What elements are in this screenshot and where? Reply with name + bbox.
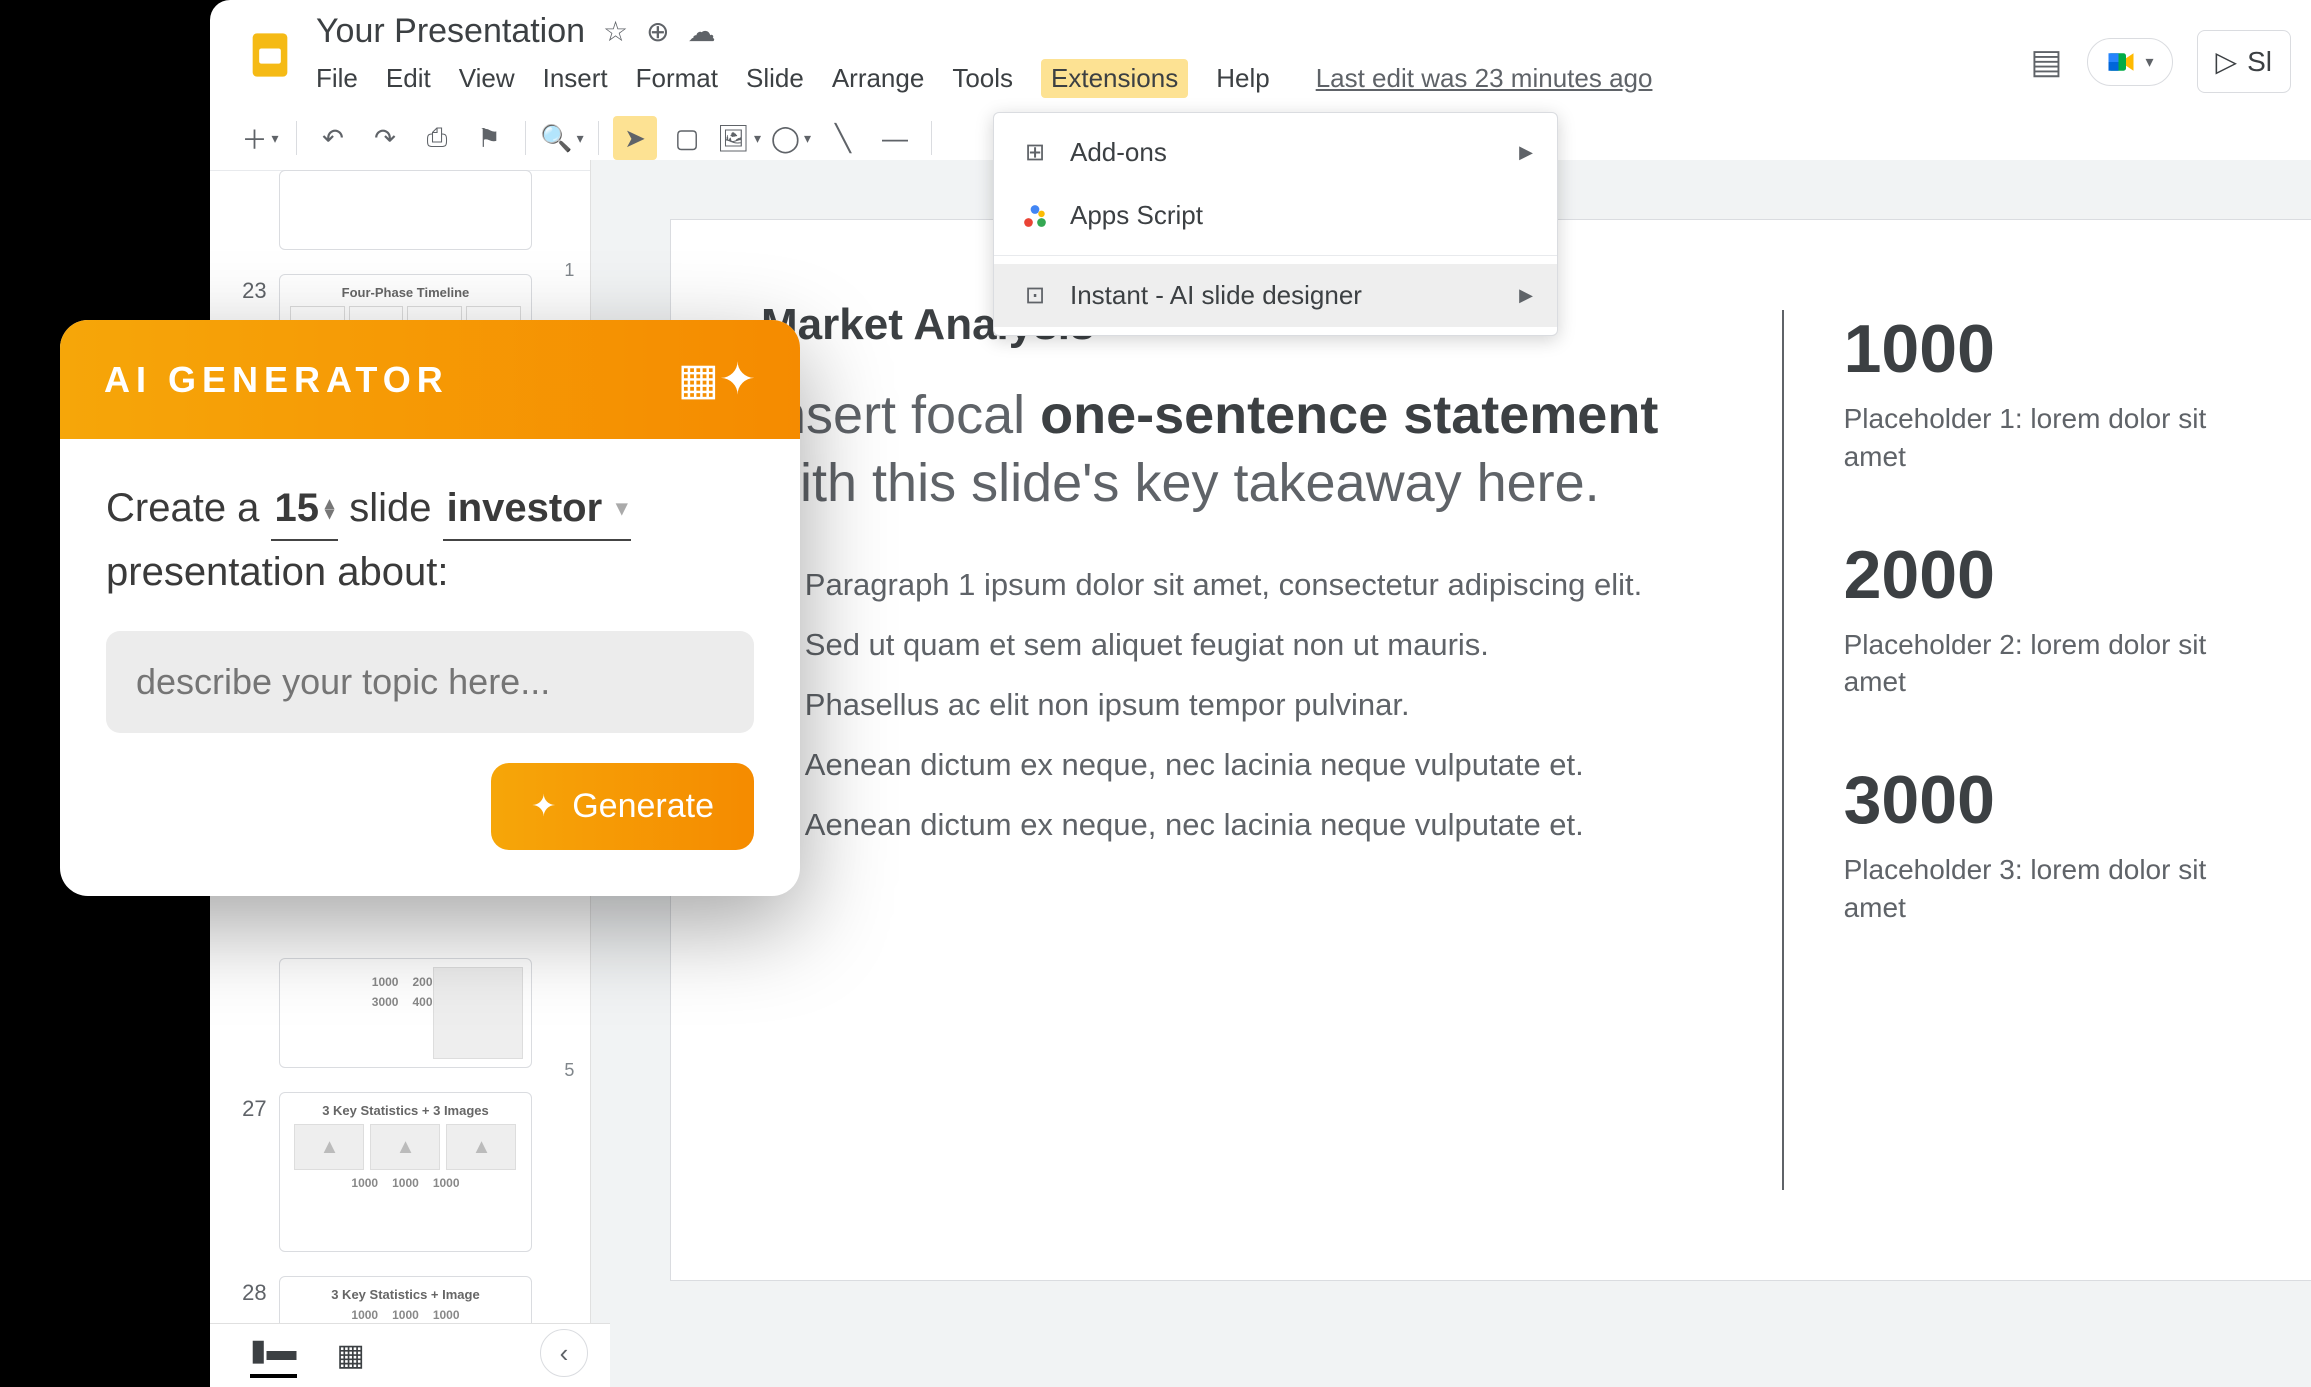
star-icon[interactable]: ☆ — [603, 15, 628, 48]
divider — [1782, 310, 1784, 1190]
line2-tool[interactable]: ― — [873, 116, 917, 160]
chevron-right-icon: ▶ — [1519, 142, 1533, 163]
ai-generator-panel: AI GENERATOR ▦✦ Create a 15▴▾ slide inve… — [60, 320, 800, 896]
slide-bullets[interactable]: Paragraph 1 ipsum dolor sit amet, consec… — [761, 567, 1722, 843]
slide-focal[interactable]: Insert focal one-sentence statement with… — [761, 382, 1722, 517]
last-edit-link[interactable]: Last edit was 23 minutes ago — [1316, 63, 1653, 94]
stat-block[interactable]: 3000Placeholder 3: lorem dolor sit amet — [1844, 761, 2221, 927]
textbox-tool[interactable]: ▢ — [665, 116, 709, 160]
zoom-button[interactable]: 🔍 — [540, 116, 584, 160]
slide-thumb[interactable]: 3 Key Statistics + 3 Images ▲▲▲ 10001000… — [279, 1092, 533, 1252]
apps-script-icon — [1020, 201, 1050, 231]
cloud-icon[interactable]: ☁ — [688, 15, 716, 48]
redo-button[interactable]: ↷ — [363, 116, 407, 160]
menu-item-addons[interactable]: ⊞ Add-ons ▶ — [994, 121, 1557, 184]
collapse-filmstrip-button[interactable]: ‹ — [540, 1329, 588, 1377]
stepper-icon[interactable]: ▴▾ — [325, 498, 334, 518]
stat-block[interactable]: 1000Placeholder 1: lorem dolor sit amet — [1844, 310, 2221, 476]
undo-button[interactable]: ↶ — [311, 116, 355, 160]
slide-canvas[interactable]: Market Analysis Insert focal one-sentenc… — [671, 220, 2311, 1280]
new-slide-button[interactable]: ＋ — [238, 116, 282, 160]
present-button[interactable]: ▷ Sl — [2197, 30, 2291, 93]
ai-panel-title: AI GENERATOR — [104, 359, 449, 401]
topic-input[interactable] — [106, 631, 754, 733]
menu-insert[interactable]: Insert — [543, 63, 608, 94]
menu-tools[interactable]: Tools — [952, 63, 1013, 94]
addon-icon: ⊞ — [1020, 138, 1050, 168]
paint-format-button[interactable]: ⚑ — [467, 116, 511, 160]
move-icon[interactable]: ⊕ — [646, 15, 669, 48]
menu-help[interactable]: Help — [1216, 63, 1269, 94]
thumb-number: 23 — [230, 274, 267, 304]
ai-prompt-sentence: Create a 15▴▾ slide investor▾ presentati… — [106, 477, 754, 603]
generate-button[interactable]: ✦ Generate — [491, 763, 754, 850]
menu-view[interactable]: View — [459, 63, 515, 94]
thumb-number: 27 — [230, 1092, 267, 1122]
image-tool[interactable]: 🖼 — [717, 116, 761, 160]
meet-button[interactable]: ▾ — [2087, 38, 2173, 86]
line-tool[interactable]: ╲ — [821, 116, 865, 160]
filmstrip-view-icon[interactable]: ▮▬ — [250, 1333, 297, 1378]
slide-count-field[interactable]: 15▴▾ — [271, 477, 339, 541]
print-button[interactable]: ⎙ — [415, 116, 459, 160]
menu-file[interactable]: File — [316, 63, 358, 94]
menu-item-instant[interactable]: ⊡ Instant - AI slide designer ▶ — [994, 264, 1557, 327]
select-tool[interactable]: ➤ — [613, 116, 657, 160]
slide-thumb[interactable]: 10002000 30004000 — [279, 958, 533, 1068]
doc-title[interactable]: Your Presentation — [316, 12, 585, 51]
chevron-right-icon: ▶ — [1519, 285, 1533, 306]
presentation-type-field[interactable]: investor▾ — [443, 477, 632, 541]
stat-block[interactable]: 2000Placeholder 2: lorem dolor sit amet — [1844, 536, 2221, 702]
comments-icon[interactable]: ▤ — [2030, 42, 2062, 82]
presentation-icon: ▦✦ — [678, 354, 756, 405]
menu-extensions[interactable]: Extensions — [1041, 59, 1188, 98]
menu-edit[interactable]: Edit — [386, 63, 431, 94]
slides-logo-icon — [238, 23, 302, 87]
extensions-dropdown: ⊞ Add-ons ▶ Apps Script ⊡ Instant - AI s… — [993, 112, 1558, 336]
instant-icon: ⊡ — [1020, 281, 1050, 311]
shape-tool[interactable]: ◯ — [769, 116, 813, 160]
present-icon: ▷ — [2216, 45, 2238, 78]
menu-format[interactable]: Format — [636, 63, 718, 94]
grid-view-icon[interactable]: ▦ — [337, 1338, 365, 1373]
menu-slide[interactable]: Slide — [746, 63, 804, 94]
sparkle-icon: ✦ — [531, 789, 556, 824]
menu-item-apps-script[interactable]: Apps Script — [994, 184, 1557, 247]
thumb-number: 28 — [230, 1276, 267, 1306]
slide-thumb[interactable] — [279, 170, 533, 250]
menu-arrange[interactable]: Arrange — [832, 63, 925, 94]
